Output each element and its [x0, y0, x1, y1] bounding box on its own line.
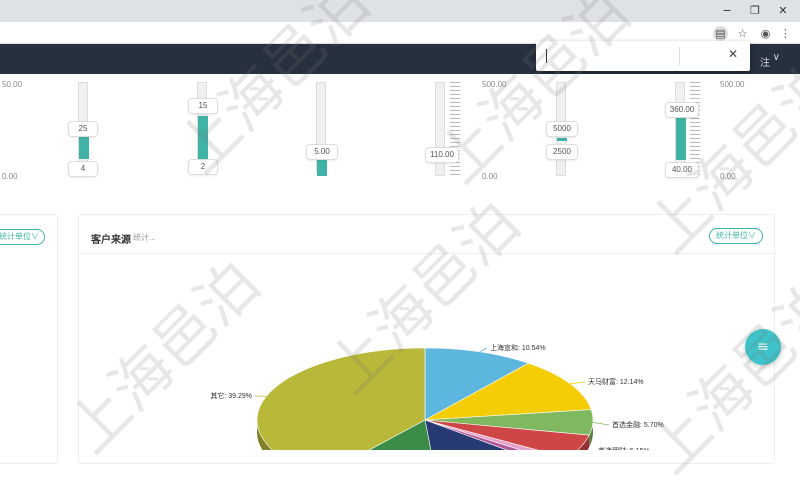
user-menu[interactable]: 注: [760, 54, 770, 69]
restore-icon[interactable]: ❐: [744, 2, 766, 20]
slider-handle-high[interactable]: 5000: [546, 121, 578, 137]
find-divider: [679, 47, 680, 65]
axis-max-label: 500.00: [720, 80, 744, 89]
star-icon[interactable]: ☆: [735, 26, 750, 41]
slider-handle-high[interactable]: 25: [68, 121, 98, 137]
slider-fill: [557, 138, 567, 141]
axis-min-label: 0.00: [720, 172, 736, 181]
slider-handle-low[interactable]: 40.00: [665, 162, 699, 178]
menu-icon[interactable]: ⋮: [778, 26, 793, 41]
chevron-down-icon: ∨: [31, 232, 39, 241]
find-bar: ✕: [536, 41, 750, 71]
list-icon: ≡: [757, 339, 769, 355]
slider-handle-low[interactable]: 2: [188, 159, 218, 175]
axis-max-label: 500.00: [482, 80, 506, 89]
find-input[interactable]: [546, 49, 547, 63]
customer-source-card: 客户来源 统计... 统计单位∨: [78, 214, 775, 464]
card-title: 客户来源: [91, 231, 131, 246]
slider-fill: [676, 118, 686, 160]
browser-title-bar: − ❐ ✕: [0, 0, 800, 22]
slider-fill: [317, 158, 327, 176]
minimize-icon[interactable]: −: [716, 2, 738, 20]
slider-handle[interactable]: 5.00: [306, 144, 338, 160]
unit-dropdown-button[interactable]: 统计单位∨: [709, 228, 763, 244]
extension-icon[interactable]: ▤: [713, 26, 728, 41]
card-subtitle: 统计...: [133, 232, 156, 243]
axis-max-label: 50.00: [2, 80, 22, 89]
axis-min-label: 0.00: [2, 172, 18, 181]
slider-fill: [198, 116, 208, 159]
account-icon[interactable]: ◉: [758, 26, 773, 41]
chevron-down-icon: ∨: [748, 231, 756, 240]
left-stat-card: 统计单位∨: [0, 214, 58, 464]
close-window-icon[interactable]: ✕: [772, 2, 794, 20]
close-icon[interactable]: ✕: [728, 47, 738, 61]
unit-button-label: 统计单位: [0, 232, 31, 241]
slider-handle-low[interactable]: 4: [68, 161, 98, 177]
slider-handle[interactable]: 110.00: [425, 147, 459, 163]
unit-button-label: 统计单位: [716, 231, 748, 240]
slider-handle-high[interactable]: 360.00: [665, 102, 699, 118]
axis-min-label: 0.00: [482, 172, 498, 181]
card-divider: [79, 253, 776, 254]
slider-handle-high[interactable]: 15: [188, 98, 218, 114]
slider-panel: 50.00 0.00 25 4 15 2 5.00 110.00 500.00 …: [0, 74, 800, 199]
unit-dropdown-button[interactable]: 统计单位∨: [0, 229, 45, 245]
menu-fab[interactable]: ≡: [745, 329, 781, 365]
slider-handle-low[interactable]: 2500: [546, 144, 578, 160]
chevron-down-icon[interactable]: ∨: [773, 52, 780, 63]
